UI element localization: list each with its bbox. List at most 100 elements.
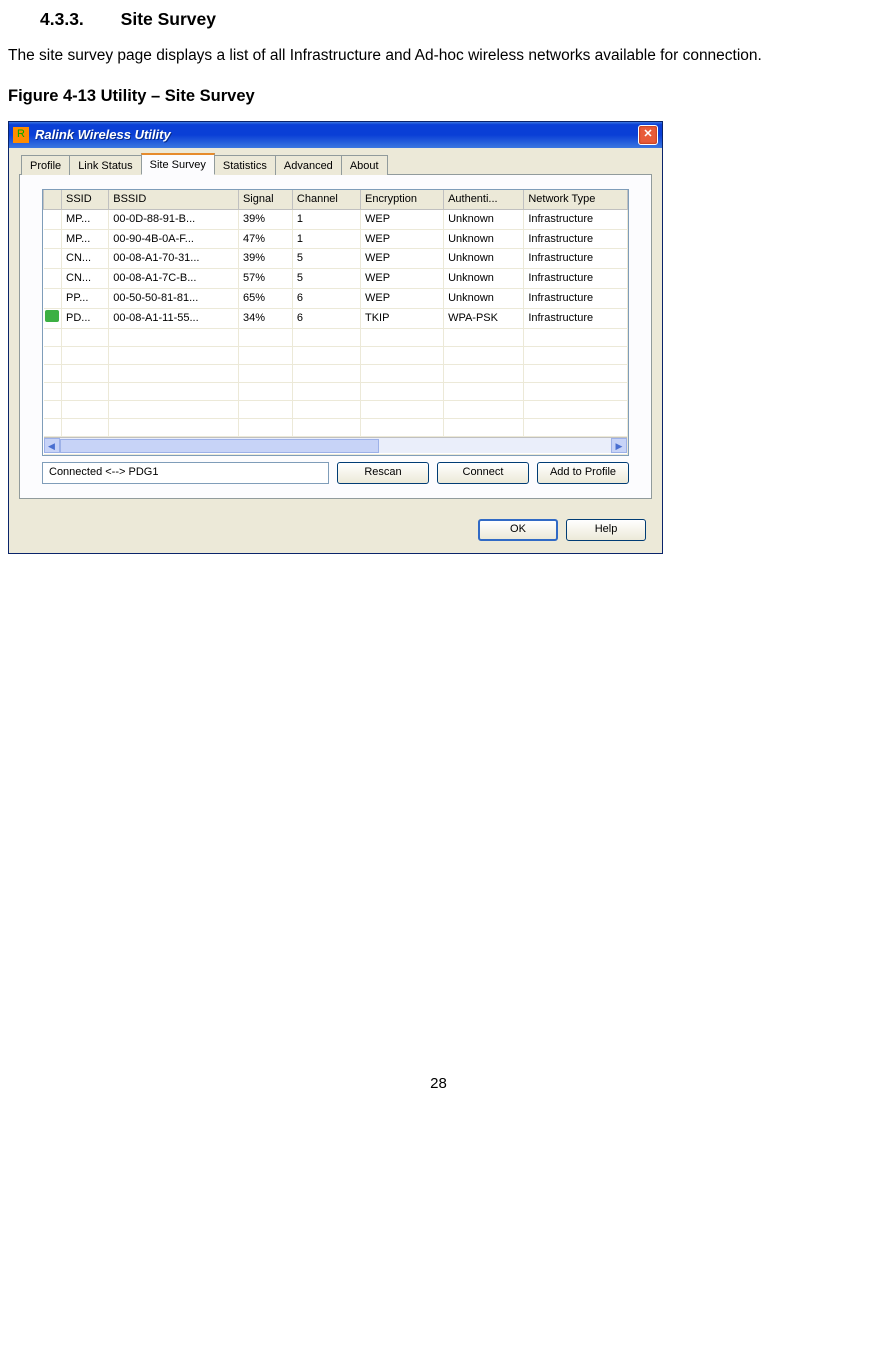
body-text: The site survey page displays a list of … bbox=[8, 46, 869, 67]
cell-encryption: TKIP bbox=[360, 308, 443, 328]
table-row-empty bbox=[44, 400, 628, 418]
cell-ntype: Infrastructure bbox=[524, 229, 628, 249]
cell-ssid: CN... bbox=[62, 269, 109, 289]
section-title: Site Survey bbox=[121, 9, 216, 29]
table-row[interactable]: MP...00-90-4B-0A-F...47%1WEPUnknownInfra… bbox=[44, 229, 628, 249]
cell-signal: 47% bbox=[238, 229, 292, 249]
app-icon: R bbox=[13, 127, 29, 143]
scroll-track[interactable] bbox=[60, 438, 612, 453]
scroll-right-icon[interactable]: ▶ bbox=[611, 438, 627, 453]
cell-auth: Unknown bbox=[444, 289, 524, 309]
cell-bssid: 00-08-A1-7C-B... bbox=[109, 269, 239, 289]
tab-about[interactable]: About bbox=[341, 155, 388, 175]
table-header-row: SSID BSSID Signal Channel Encryption Aut… bbox=[44, 190, 628, 209]
cell-ntype: Infrastructure bbox=[524, 249, 628, 269]
connect-button[interactable]: Connect bbox=[437, 462, 529, 484]
cell-signal: 57% bbox=[238, 269, 292, 289]
scroll-thumb[interactable] bbox=[60, 439, 380, 453]
cell-bssid: 00-08-A1-70-31... bbox=[109, 249, 239, 269]
page-number: 28 bbox=[8, 1074, 869, 1094]
close-icon[interactable]: ✕ bbox=[638, 125, 658, 145]
network-listview[interactable]: SSID BSSID Signal Channel Encryption Aut… bbox=[42, 189, 629, 456]
cell-auth: Unknown bbox=[444, 249, 524, 269]
figure-title: Figure 4-13 Utility – Site Survey bbox=[8, 85, 869, 107]
col-channel[interactable]: Channel bbox=[292, 190, 360, 209]
row-icon bbox=[44, 249, 62, 269]
section-number: 4.3.3. bbox=[40, 8, 84, 32]
col-auth[interactable]: Authenti... bbox=[444, 190, 524, 209]
cell-ssid: MP... bbox=[62, 229, 109, 249]
tab-profile[interactable]: Profile bbox=[21, 155, 70, 175]
cell-bssid: 00-0D-88-91-B... bbox=[109, 209, 239, 229]
cell-signal: 39% bbox=[238, 209, 292, 229]
cell-signal: 34% bbox=[238, 308, 292, 328]
cell-encryption: WEP bbox=[360, 289, 443, 309]
table-row[interactable]: CN...00-08-A1-70-31...39%5WEPUnknownInfr… bbox=[44, 249, 628, 269]
table-row-empty bbox=[44, 382, 628, 400]
rescan-button[interactable]: Rescan bbox=[337, 462, 429, 484]
cell-channel: 5 bbox=[292, 249, 360, 269]
cell-ssid: CN... bbox=[62, 249, 109, 269]
cell-channel: 1 bbox=[292, 229, 360, 249]
cell-encryption: WEP bbox=[360, 249, 443, 269]
tab-page: SSID BSSID Signal Channel Encryption Aut… bbox=[19, 175, 652, 499]
col-bssid[interactable]: BSSID bbox=[109, 190, 239, 209]
tab-link-status[interactable]: Link Status bbox=[69, 155, 141, 175]
horizontal-scrollbar[interactable]: ◀▶ bbox=[44, 437, 628, 453]
col-ntype[interactable]: Network Type bbox=[524, 190, 628, 209]
section-heading: 4.3.3. Site Survey bbox=[40, 8, 869, 32]
col-signal[interactable]: Signal bbox=[238, 190, 292, 209]
table-row-empty bbox=[44, 364, 628, 382]
table-row-empty bbox=[44, 328, 628, 346]
cell-ssid: MP... bbox=[62, 209, 109, 229]
row-icon bbox=[44, 229, 62, 249]
tab-statistics[interactable]: Statistics bbox=[214, 155, 276, 175]
table-row[interactable]: MP...00-0D-88-91-B...39%1WEPUnknownInfra… bbox=[44, 209, 628, 229]
col-ssid[interactable]: SSID bbox=[62, 190, 109, 209]
row-icon bbox=[44, 308, 62, 328]
cell-bssid: 00-90-4B-0A-F... bbox=[109, 229, 239, 249]
table-row[interactable]: PP...00-50-50-81-81...65%6WEPUnknownInfr… bbox=[44, 289, 628, 309]
cell-channel: 6 bbox=[292, 289, 360, 309]
scroll-left-icon[interactable]: ◀ bbox=[44, 438, 60, 453]
cell-ntype: Infrastructure bbox=[524, 308, 628, 328]
cell-encryption: WEP bbox=[360, 269, 443, 289]
row-icon bbox=[44, 289, 62, 309]
cell-encryption: WEP bbox=[360, 209, 443, 229]
dialog-window: R Ralink Wireless Utility ✕ Profile Link… bbox=[8, 121, 663, 554]
table-row-empty bbox=[44, 418, 628, 436]
network-table: SSID BSSID Signal Channel Encryption Aut… bbox=[43, 190, 628, 455]
bottom-row: OK Help bbox=[9, 509, 662, 553]
cell-bssid: 00-08-A1-11-55... bbox=[109, 308, 239, 328]
col-icon[interactable] bbox=[44, 190, 62, 209]
row-icon bbox=[44, 209, 62, 229]
cell-channel: 6 bbox=[292, 308, 360, 328]
status-box: Connected <--> PDG1 bbox=[42, 462, 329, 484]
cell-channel: 1 bbox=[292, 209, 360, 229]
add-profile-button[interactable]: Add to Profile bbox=[537, 462, 629, 484]
cell-signal: 39% bbox=[238, 249, 292, 269]
table-row[interactable]: PD...00-08-A1-11-55...34%6TKIPWPA-PSKInf… bbox=[44, 308, 628, 328]
help-button[interactable]: Help bbox=[566, 519, 646, 541]
controls-row: Connected <--> PDG1 Rescan Connect Add t… bbox=[42, 462, 629, 484]
cell-bssid: 00-50-50-81-81... bbox=[109, 289, 239, 309]
cell-auth: Unknown bbox=[444, 229, 524, 249]
cell-auth: Unknown bbox=[444, 269, 524, 289]
cell-ssid: PD... bbox=[62, 308, 109, 328]
tabs-row: Profile Link Status Site Survey Statisti… bbox=[19, 152, 652, 175]
cell-signal: 65% bbox=[238, 289, 292, 309]
titlebar-text: Ralink Wireless Utility bbox=[35, 126, 638, 144]
cell-ntype: Infrastructure bbox=[524, 289, 628, 309]
titlebar[interactable]: R Ralink Wireless Utility ✕ bbox=[9, 122, 662, 148]
cell-ntype: Infrastructure bbox=[524, 269, 628, 289]
dialog-body: Profile Link Status Site Survey Statisti… bbox=[9, 148, 662, 509]
ok-button[interactable]: OK bbox=[478, 519, 558, 541]
cell-channel: 5 bbox=[292, 269, 360, 289]
table-row[interactable]: CN...00-08-A1-7C-B...57%5WEPUnknownInfra… bbox=[44, 269, 628, 289]
tab-advanced[interactable]: Advanced bbox=[275, 155, 342, 175]
cell-ssid: PP... bbox=[62, 289, 109, 309]
tab-site-survey[interactable]: Site Survey bbox=[141, 153, 215, 175]
col-encryption[interactable]: Encryption bbox=[360, 190, 443, 209]
table-row-empty bbox=[44, 346, 628, 364]
row-icon bbox=[44, 269, 62, 289]
